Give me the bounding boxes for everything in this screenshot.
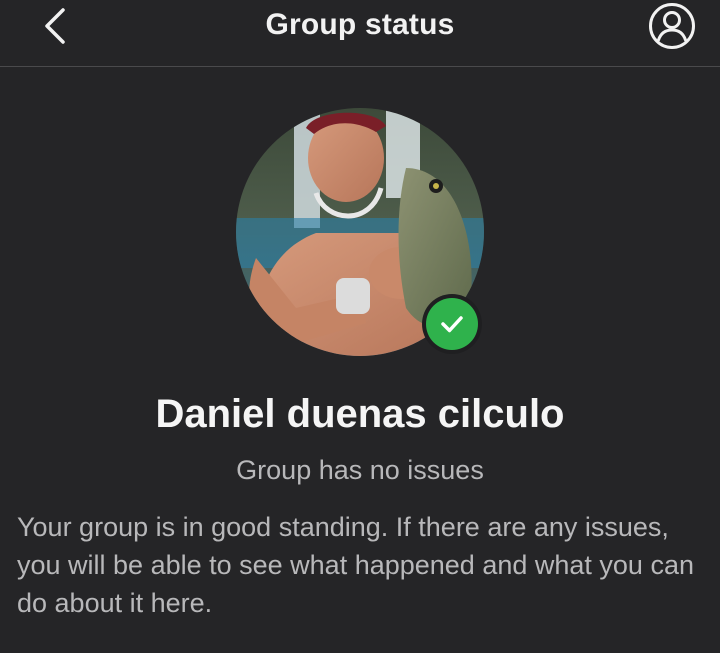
group-status-text: Group has no issues (236, 455, 484, 485)
verified-badge-fill (426, 298, 478, 350)
user-circle-icon (649, 3, 695, 49)
page-title: Group status (265, 8, 455, 41)
group-status-description: Your group is in good standing. If there… (17, 512, 694, 618)
group-name: Daniel duenas cilculo (155, 392, 565, 436)
profile-button[interactable] (646, 0, 698, 52)
group-avatar-container (236, 108, 484, 356)
top-bar: Group status (0, 0, 720, 67)
verified-badge (422, 294, 482, 354)
checkmark-icon (441, 316, 463, 333)
